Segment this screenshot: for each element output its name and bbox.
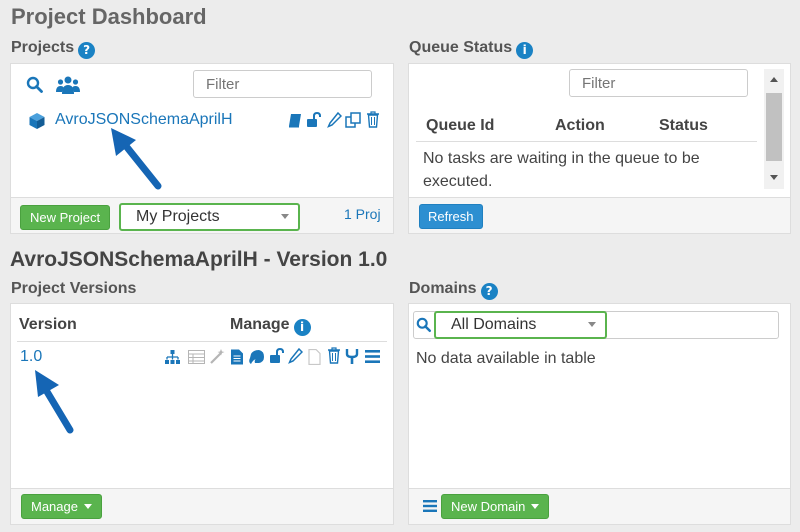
domains-panel: All Domains No data available in table N… — [408, 303, 791, 525]
unlock-icon[interactable] — [306, 112, 321, 128]
elephant-icon[interactable] — [248, 349, 265, 365]
versions-heading: Project Versions — [11, 280, 137, 297]
scroll-up-icon[interactable] — [770, 77, 778, 82]
scroll-down-icon[interactable] — [770, 175, 778, 180]
pencil-icon[interactable] — [288, 348, 303, 364]
page-title: Project Dashboard — [11, 4, 207, 29]
projects-panel: AvroJSONSchemaAprilH New Project My Proj… — [10, 63, 394, 234]
projects-heading: Projects? — [11, 39, 96, 59]
annotation-arrow-icon — [35, 370, 74, 434]
manage-button-label: Manage — [31, 499, 78, 514]
domains-footer: New Domain — [409, 488, 790, 524]
projects-filter-input[interactable] — [193, 70, 372, 98]
search-icon[interactable] — [416, 317, 432, 333]
versions-col-version: Version — [19, 316, 77, 333]
copy-icon[interactable] — [345, 112, 361, 128]
queue-scrollbar[interactable] — [764, 69, 784, 189]
queue-heading-label: Queue Status — [409, 39, 513, 56]
divider — [17, 341, 387, 342]
document-icon[interactable] — [230, 349, 244, 365]
wand-icon[interactable] — [209, 349, 225, 365]
domains-empty-message: No data available in table — [416, 350, 596, 367]
scrollbar-thumb[interactable] — [766, 93, 782, 161]
chevron-down-icon — [281, 214, 289, 219]
cube-icon — [29, 113, 45, 129]
new-domain-button[interactable]: New Domain — [441, 494, 550, 519]
versions-col-manage-label: Manage — [230, 316, 290, 333]
pencil-icon[interactable] — [327, 112, 342, 128]
annotation-arrow-icon — [111, 128, 162, 190]
trash-icon[interactable] — [366, 111, 380, 128]
trash-icon[interactable] — [327, 347, 341, 364]
caret-down-icon — [531, 504, 540, 509]
info-icon[interactable]: i — [293, 319, 311, 336]
version-title: AvroJSONSchemaAprilH - Version 1.0 — [10, 248, 388, 271]
queue-footer: Refresh — [409, 197, 790, 233]
divider — [416, 141, 757, 142]
projects-footer: New Project My Projects 1 Proj — [11, 197, 393, 233]
table-icon[interactable] — [188, 350, 205, 364]
queue-heading: Queue Status i — [409, 39, 534, 59]
caret-down-icon — [83, 504, 92, 509]
versions-footer: Manage — [11, 488, 393, 524]
hierarchy-icon[interactable] — [165, 350, 180, 364]
project-count: 1 Proj — [344, 206, 381, 222]
unlock-icon[interactable] — [269, 348, 284, 364]
queue-col-status: Status — [659, 117, 708, 134]
chevron-down-icon — [588, 322, 596, 327]
versions-col-manage: Manage i — [230, 316, 311, 336]
queue-col-id: Queue Id — [426, 117, 495, 134]
version-link[interactable]: 1.0 — [20, 348, 42, 366]
queue-filter-input[interactable] — [569, 69, 748, 97]
queue-empty-message: No tasks are waiting in the queue to be … — [423, 150, 700, 190]
versions-panel: Version Manage i 1.0 Manage — [10, 303, 394, 525]
domains-select[interactable]: All Domains — [434, 311, 607, 339]
queue-col-action: Action — [555, 117, 605, 134]
projects-heading-label: Projects — [11, 39, 75, 56]
domains-heading: Domains? — [409, 280, 498, 300]
info-icon[interactable]: i — [516, 42, 534, 59]
blank-document-icon[interactable] — [308, 349, 321, 365]
project-scope-value: My Projects — [136, 208, 220, 225]
project-scope-select[interactable]: My Projects — [119, 203, 300, 231]
help-icon[interactable]: ? — [480, 283, 498, 300]
users-icon[interactable] — [56, 75, 80, 95]
queue-panel: Queue Id Action Status No tasks are wait… — [408, 63, 791, 234]
refresh-button[interactable]: Refresh — [419, 204, 483, 229]
search-icon[interactable] — [26, 76, 44, 94]
new-domain-button-label: New Domain — [451, 499, 526, 514]
domains-select-value: All Domains — [451, 316, 537, 333]
new-project-button[interactable]: New Project — [20, 205, 111, 230]
menu-icon[interactable] — [423, 500, 437, 512]
fork-icon[interactable] — [345, 348, 359, 365]
menu-icon[interactable] — [365, 350, 380, 363]
manage-button[interactable]: Manage — [21, 494, 102, 519]
book-icon[interactable] — [288, 113, 302, 128]
help-icon[interactable]: ? — [78, 42, 96, 59]
domains-heading-label: Domains — [409, 280, 477, 297]
